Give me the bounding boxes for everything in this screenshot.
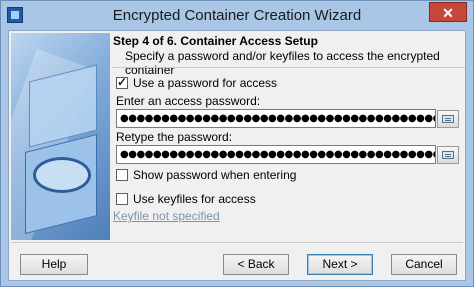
password-keyboard-button[interactable] xyxy=(437,110,459,128)
wizard-window: Encrypted Container Creation Wizard ✕ St… xyxy=(0,0,474,287)
close-button[interactable]: ✕ xyxy=(429,2,467,22)
back-button[interactable]: < Back xyxy=(223,254,289,275)
wizard-client-area: Step 4 of 6. Container Access Setup Spec… xyxy=(8,30,466,281)
keyboard-icon xyxy=(442,151,454,159)
cancel-button[interactable]: Cancel xyxy=(391,254,457,275)
retype-keyboard-button[interactable] xyxy=(437,146,459,164)
step-description: Specify a password and/or keyfiles to ac… xyxy=(125,49,440,77)
keyfile-status-link[interactable]: Keyfile not specified xyxy=(113,209,220,223)
wizard-illustration xyxy=(11,33,110,240)
password-input[interactable]: ●●●●●●●●●●●●●●●●●●●●●●●●●●●●●●●●●●●●●●●●… xyxy=(116,109,436,128)
step-title: Step 4 of 6. Container Access Setup xyxy=(113,34,318,48)
window-title: Encrypted Container Creation Wizard xyxy=(112,7,362,24)
keyboard-icon xyxy=(442,115,454,123)
retype-label: Retype the password: xyxy=(116,130,233,144)
use-keyfiles-label: Use keyfiles for access xyxy=(133,192,256,206)
password-label: Enter an access password: xyxy=(116,94,261,108)
disk-graphic xyxy=(33,157,91,193)
header-divider xyxy=(112,67,465,68)
next-button[interactable]: Next > xyxy=(307,254,373,275)
use-keyfiles-checkbox[interactable] xyxy=(116,193,128,205)
show-password-label: Show password when entering xyxy=(133,168,297,182)
help-button[interactable]: Help xyxy=(20,254,88,275)
retype-password-input[interactable]: ●●●●●●●●●●●●●●●●●●●●●●●●●●●●●●●●●●●●●●●●… xyxy=(116,145,436,164)
footer-divider xyxy=(11,242,463,243)
show-password-checkbox[interactable] xyxy=(116,169,128,181)
use-password-checkbox[interactable] xyxy=(116,75,128,89)
title-bar[interactable]: Encrypted Container Creation Wizard ✕ xyxy=(1,1,473,30)
use-password-label: Use a password for access xyxy=(133,76,278,90)
